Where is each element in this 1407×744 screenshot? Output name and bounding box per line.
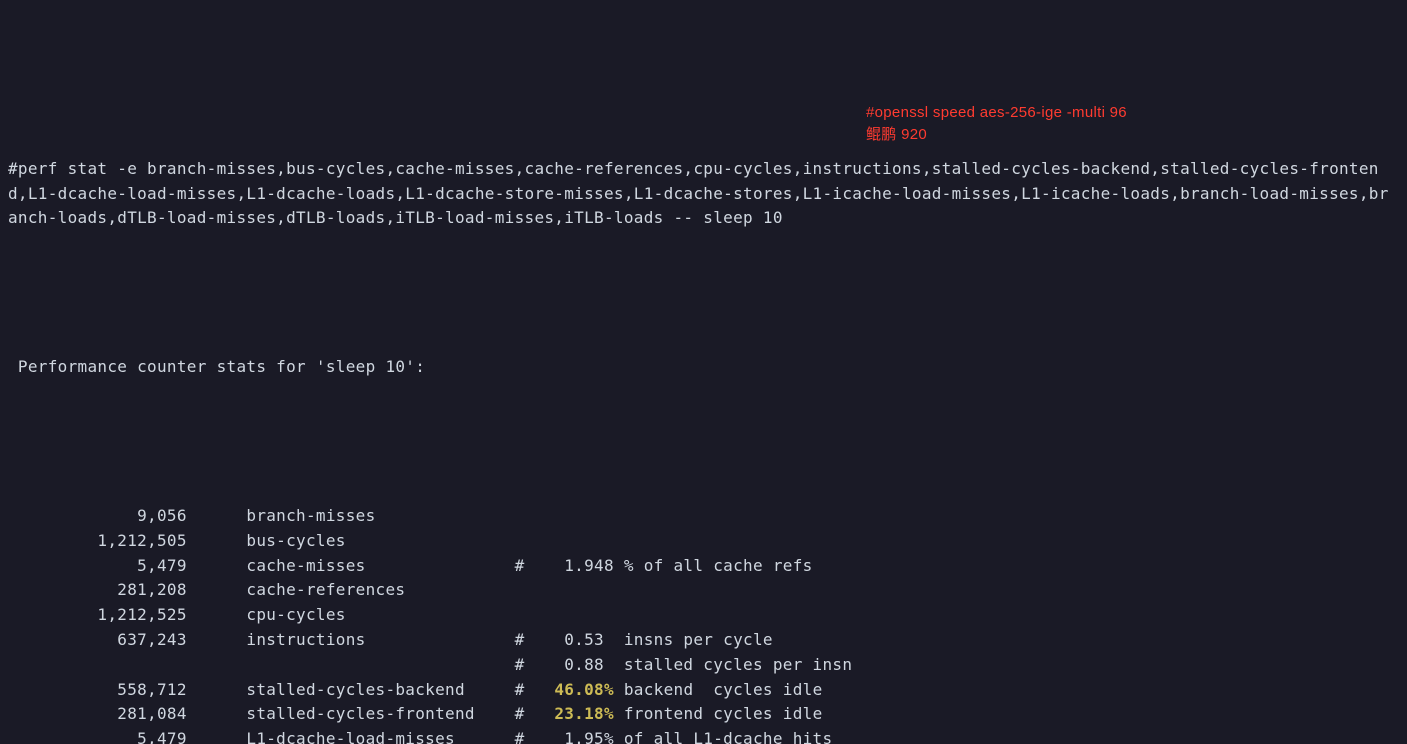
counter-row: 9,056 branch-misses <box>8 504 1399 529</box>
command-line: #perf stat -e branch-misses,bus-cycles,c… <box>8 157 1398 231</box>
annotation-overlay: #openssl speed aes-256-ige -multi 96 鲲鹏 … <box>866 102 1127 146</box>
counter-row: 1,212,505 bus-cycles <box>8 529 1399 554</box>
counter-row: 5,479 L1-dcache-load-misses # 1.95% of a… <box>8 727 1399 744</box>
counter-row: 558,712 stalled-cycles-backend # 46.08% … <box>8 678 1399 703</box>
highlight-percent: 23.18% <box>554 704 614 723</box>
counter-row: 1,212,525 cpu-cycles <box>8 603 1399 628</box>
header-line: Performance counter stats for 'sleep 10'… <box>8 355 1399 380</box>
annotation-line1: #openssl speed aes-256-ige -multi 96 <box>866 102 1127 124</box>
annotation-line2: 鲲鹏 920 <box>866 124 1127 146</box>
highlight-percent: 46.08% <box>554 680 614 699</box>
counter-row: 281,084 stalled-cycles-frontend # 23.18%… <box>8 702 1399 727</box>
counter-row: 637,243 instructions # 0.53 insns per cy… <box>8 628 1399 653</box>
counter-row: # 0.88 stalled cycles per insn <box>8 653 1399 678</box>
counter-row: 281,208 cache-references <box>8 578 1399 603</box>
blank-line <box>8 281 1399 306</box>
counter-table: 9,056 branch-misses 1,212,505 bus-cycles… <box>8 504 1399 744</box>
terminal-output[interactable]: #perf stat -e branch-misses,bus-cycles,c… <box>0 99 1407 744</box>
counter-row: 5,479 cache-misses # 1.948 % of all cach… <box>8 554 1399 579</box>
blank-line <box>8 430 1399 455</box>
